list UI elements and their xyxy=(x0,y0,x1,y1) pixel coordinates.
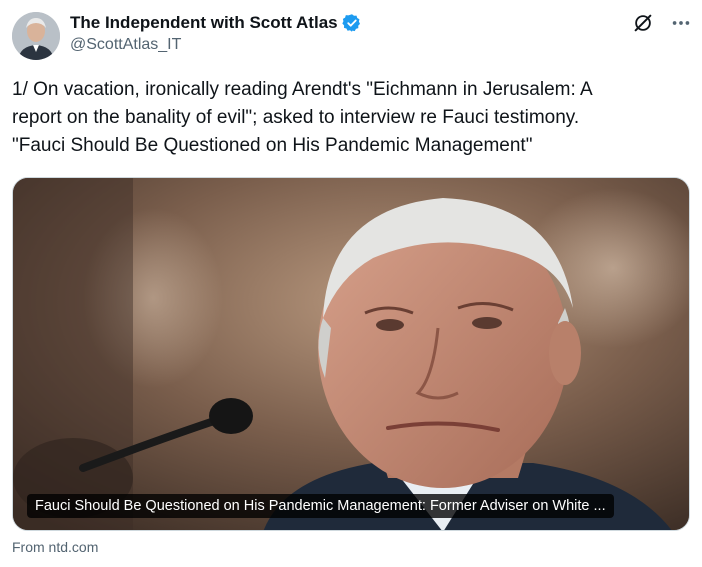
avatar-portrait-icon xyxy=(12,12,60,60)
avatar[interactable] xyxy=(12,12,60,60)
tweet-header: The Independent with Scott Atlas @ScottA… xyxy=(12,10,692,62)
card-title[interactable]: Fauci Should Be Questioned on His Pandem… xyxy=(27,494,614,518)
tweet-text-line: "Fauci Should Be Questioned on His Pande… xyxy=(12,135,533,156)
display-name-row: The Independent with Scott Atlas xyxy=(70,12,362,34)
tweet-text: 1/ On vacation, ironically reading Arend… xyxy=(12,76,684,160)
tweet: The Independent with Scott Atlas @ScottA… xyxy=(0,0,702,567)
more-icon[interactable] xyxy=(670,12,692,34)
author-display-name[interactable]: The Independent with Scott Atlas xyxy=(70,13,338,33)
card-photo xyxy=(13,178,689,530)
card-source[interactable]: From ntd.com xyxy=(12,539,98,555)
tweet-text-line: 1/ On vacation, ironically reading Arend… xyxy=(12,79,593,100)
tweet-text-line: report on the banality of evil"; asked t… xyxy=(12,107,580,128)
top-actions xyxy=(632,12,692,34)
author-names: The Independent with Scott Atlas @ScottA… xyxy=(70,12,362,54)
verified-badge-icon[interactable] xyxy=(341,13,362,33)
author-handle[interactable]: @ScottAtlas_IT xyxy=(70,36,362,54)
grok-icon[interactable] xyxy=(632,12,654,34)
link-card[interactable]: Fauci Should Be Questioned on His Pandem… xyxy=(12,177,690,531)
